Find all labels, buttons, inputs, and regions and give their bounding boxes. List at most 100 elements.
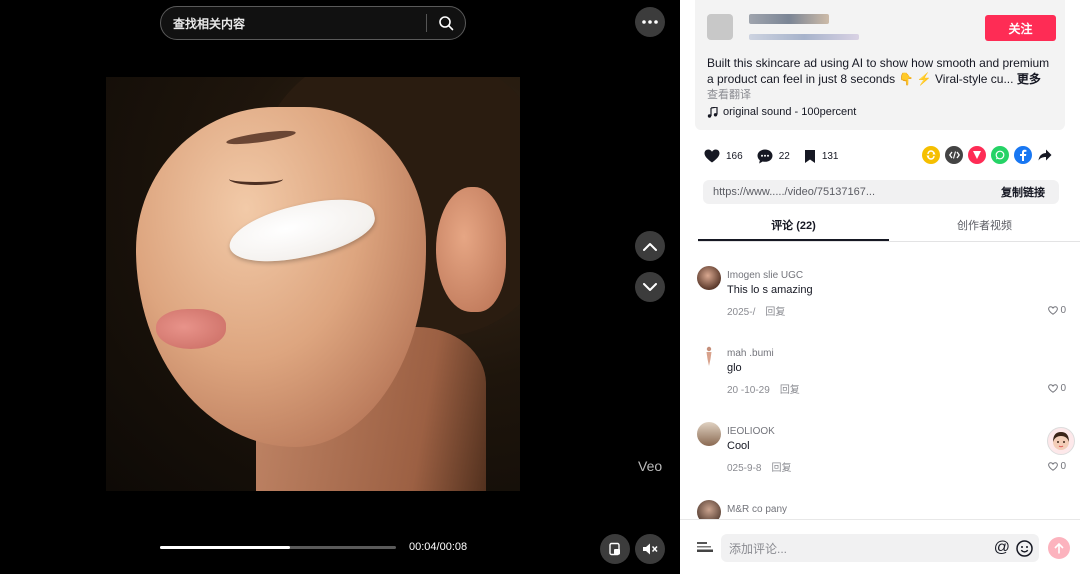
- pip-icon: [609, 542, 620, 556]
- chevron-up-icon: [643, 242, 657, 251]
- heart-outline-icon: [1048, 384, 1059, 393]
- progress-fill: [160, 546, 290, 549]
- post-description: Built this skincare ad using AI to show …: [707, 55, 1057, 87]
- commenter-name[interactable]: mah .bumi: [727, 348, 774, 359]
- author-avatar[interactable]: [707, 14, 733, 40]
- commenter-avatar[interactable]: [697, 422, 721, 446]
- comment-like-count: 0: [1060, 461, 1066, 472]
- bookmark-icon: [804, 149, 815, 163]
- search-icon: [439, 16, 454, 31]
- comment-like-count: 0: [1060, 305, 1066, 316]
- video-frame[interactable]: [106, 77, 520, 491]
- reply-button[interactable]: 回复: [765, 307, 785, 318]
- comment-like-button[interactable]: 0: [1048, 305, 1066, 316]
- repost-button[interactable]: [922, 146, 940, 164]
- comment-text: Cool: [727, 440, 750, 452]
- comment-placeholder[interactable]: 添加评论...: [721, 540, 994, 557]
- comment-button[interactable]: 22: [757, 149, 790, 164]
- comment-input[interactable]: 添加评论... @: [721, 534, 1039, 562]
- next-video-button[interactable]: [635, 272, 665, 302]
- veo-watermark: Veo: [638, 458, 663, 474]
- comment-date: 025-9-8: [727, 463, 762, 474]
- heart-icon: [704, 149, 720, 163]
- comment-like-button[interactable]: 0: [1048, 383, 1066, 394]
- facebook-share-button[interactable]: [1014, 146, 1032, 164]
- author-handle-redacted: [749, 34, 859, 40]
- lips-shape: [156, 309, 226, 349]
- heart-outline-icon: [1048, 462, 1059, 471]
- translate-link[interactable]: 查看翻译: [707, 86, 751, 102]
- music-note-icon: [707, 106, 718, 118]
- sound-link[interactable]: original sound - 100percent: [707, 106, 856, 118]
- emoji-button[interactable]: [1016, 539, 1033, 557]
- comment-date: 2025-/: [727, 307, 756, 318]
- whatsapp-icon: [995, 150, 1005, 160]
- comment-meta: 20 -10-29 回复: [727, 381, 800, 396]
- paper-plane-icon: [973, 151, 981, 159]
- more-link[interactable]: 更多: [1017, 72, 1041, 86]
- like-button[interactable]: 166: [704, 149, 743, 163]
- mini-avatar-icon: [697, 542, 713, 552]
- reply-button[interactable]: 回复: [771, 463, 791, 474]
- mute-button[interactable]: [635, 534, 665, 564]
- picture-in-picture-button[interactable]: [600, 534, 630, 564]
- send-comment-button[interactable]: [1048, 537, 1070, 559]
- share-link-url[interactable]: https://www...../video/75137167...: [703, 186, 1001, 198]
- comment-text: glo: [727, 362, 742, 374]
- cartoon-girl-icon: [1053, 432, 1069, 450]
- comment-like-count: 0: [1060, 383, 1066, 394]
- facebook-icon: [1020, 149, 1027, 161]
- post-info-card: 关注 Built this skincare ad using AI to sh…: [695, 0, 1065, 130]
- search-button[interactable]: [427, 7, 465, 39]
- embed-button[interactable]: [945, 146, 963, 164]
- send-to-friend-button[interactable]: [968, 146, 986, 164]
- favorite-button[interactable]: 131: [804, 149, 839, 164]
- commenter-name[interactable]: IEOLIOOK: [727, 426, 775, 437]
- embed-code-icon: [948, 151, 960, 159]
- arrow-up-icon: [1054, 542, 1064, 553]
- comment-like-button[interactable]: 0: [1048, 461, 1066, 472]
- follow-button[interactable]: 关注: [985, 15, 1056, 41]
- repost-icon: [926, 150, 936, 160]
- progress-bar[interactable]: [160, 546, 396, 549]
- comment-list: Imogen slie UGC This lo s amazing 2025-/…: [680, 256, 1080, 519]
- commenter-name[interactable]: M&R co pany: [727, 504, 787, 515]
- tab-comments[interactable]: 评论 (22): [698, 214, 889, 241]
- ellipsis-icon: [642, 20, 658, 24]
- engagement-bar: 166 22 131: [704, 146, 853, 166]
- tab-creator-videos[interactable]: 创作者视频: [889, 214, 1080, 241]
- user-mini-avatar[interactable]: [696, 540, 714, 554]
- mention-button[interactable]: @: [994, 539, 1010, 557]
- copy-link-button[interactable]: 复制链接: [1001, 184, 1059, 200]
- comment-meta: 025-9-8 回复: [727, 459, 791, 474]
- figure-avatar-icon: [706, 346, 712, 366]
- more-options-button[interactable]: [635, 7, 665, 37]
- smiley-icon: [1016, 539, 1033, 557]
- comment-bubble-icon: [757, 149, 773, 163]
- commenter-name[interactable]: Imogen slie UGC: [727, 270, 803, 281]
- commenter-avatar[interactable]: [697, 344, 721, 368]
- whatsapp-share-button[interactable]: [991, 146, 1009, 164]
- share-bar: [922, 146, 1053, 164]
- author-name-redacted[interactable]: [749, 14, 829, 24]
- floating-sticker-avatar[interactable]: [1047, 427, 1075, 455]
- share-link-row: https://www...../video/75137167... 复制链接: [703, 180, 1059, 204]
- commenter-avatar[interactable]: [697, 500, 721, 519]
- chevron-down-icon: [643, 282, 657, 291]
- sound-label: original sound - 100percent: [723, 106, 857, 118]
- face-shape: [136, 107, 426, 447]
- search-bar[interactable]: 查找相关内容: [160, 6, 466, 40]
- eyelid-shape: [229, 173, 283, 185]
- previous-video-button[interactable]: [635, 231, 665, 261]
- description-text: Built this skincare ad using AI to show …: [707, 56, 1050, 86]
- more-share-button[interactable]: [1037, 146, 1053, 164]
- panel-tabs: 评论 (22) 创作者视频: [698, 214, 1080, 242]
- video-player: 查找相关内容 Veo 00:04/00:08: [0, 0, 680, 574]
- speaker-muted-icon: [643, 543, 658, 555]
- search-input[interactable]: 查找相关内容: [161, 15, 426, 32]
- detail-panel: 关注 Built this skincare ad using AI to sh…: [680, 0, 1080, 574]
- commenter-avatar[interactable]: [697, 266, 721, 290]
- comment-meta: 2025-/ 回复: [727, 303, 785, 318]
- playback-time: 00:04/00:08: [409, 541, 468, 553]
- reply-button[interactable]: 回复: [780, 385, 800, 396]
